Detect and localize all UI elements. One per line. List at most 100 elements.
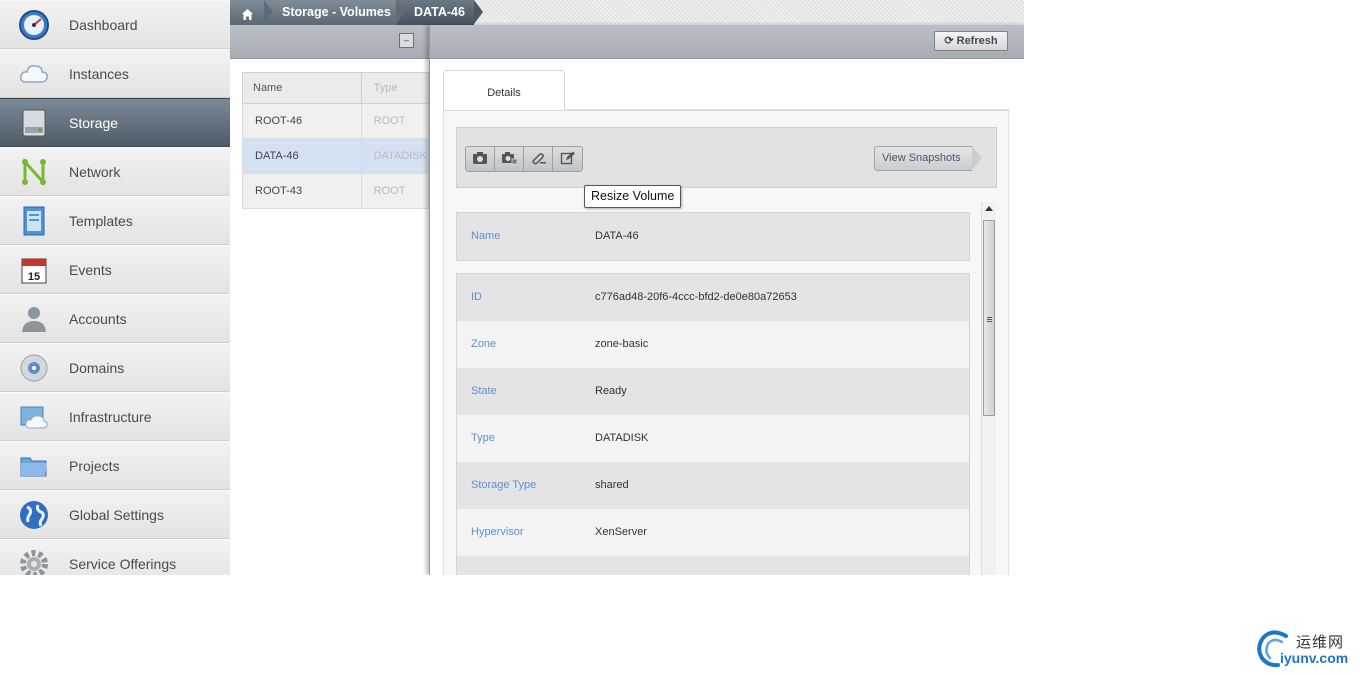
volume-type-cell: DATADISK xyxy=(360,138,430,174)
view-snapshots-button[interactable]: View Snapshots xyxy=(874,146,982,171)
field-value: shared xyxy=(595,479,629,491)
field-value: DATA-46 xyxy=(595,230,639,242)
sidebar: Dashboard Instances Storage Network Temp… xyxy=(0,0,231,575)
tab-details[interactable]: Details xyxy=(443,70,565,110)
scrollbar-thumb[interactable] xyxy=(983,220,995,416)
table-row[interactable]: ROOT-46 ROOT xyxy=(242,103,430,139)
detail-row-name: Name DATA-46 xyxy=(457,213,969,260)
sidebar-item-label: Network xyxy=(69,164,121,180)
sidebar-item-label: Global Settings xyxy=(69,507,164,523)
detach-volume-button[interactable] xyxy=(524,147,553,171)
template-icon xyxy=(18,205,50,237)
table-header-row: Name Type xyxy=(242,72,430,104)
breadcrumb: Storage - Volumes DATA-46 xyxy=(230,0,1024,25)
properties-field-group: ID c776ad48-20f6-4ccc-bfd2-de0e80a72653 … xyxy=(456,273,970,575)
detail-row-storage-type: Storage Type shared xyxy=(457,462,969,509)
breadcrumb-separator xyxy=(264,0,273,24)
field-label: Zone xyxy=(471,338,497,350)
grip-icon xyxy=(987,317,992,318)
field-value: DATADISK xyxy=(595,432,649,444)
detail-row-hypervisor: Hypervisor XenServer xyxy=(457,509,969,556)
sidebar-item-label: Infrastructure xyxy=(69,409,152,425)
sidebar-item-label: Service Offerings xyxy=(69,556,177,572)
field-value: c776ad48-20f6-4ccc-bfd2-de0e80a72653 xyxy=(595,291,797,303)
sidebar-item-network[interactable]: Network xyxy=(0,147,230,196)
app-window: Dashboard Instances Storage Network Temp… xyxy=(0,0,1024,575)
volume-type-cell: ROOT xyxy=(360,103,430,139)
sidebar-item-domains[interactable]: Domains xyxy=(0,343,230,392)
collapse-panel-button[interactable]: ↔ xyxy=(399,33,414,48)
sidebar-item-label: Events xyxy=(69,262,112,278)
detail-row-state: State Ready xyxy=(457,368,969,415)
sidebar-item-instances[interactable]: Instances xyxy=(0,49,230,98)
detail-toolbar: ⟳ Refresh xyxy=(430,25,1024,59)
column-header-type[interactable]: Type xyxy=(360,72,430,104)
volume-table: Name Type ROOT-46 ROOT DATA-46 DATADISK … xyxy=(242,72,430,209)
calendar-day: 15 xyxy=(28,271,40,283)
sidebar-item-label: Templates xyxy=(69,213,133,229)
watermark-cn-text: 运维网 xyxy=(1296,634,1345,651)
scroll-up-arrow-icon[interactable] xyxy=(985,206,993,211)
detail-row-next xyxy=(457,556,969,575)
details-scrollbar[interactable] xyxy=(981,202,996,575)
resize-volume-icon xyxy=(560,151,576,168)
sidebar-item-dashboard[interactable]: Dashboard xyxy=(0,0,230,49)
list-toolbar: ↔ xyxy=(230,25,429,59)
field-label: Type xyxy=(471,432,495,444)
table-row[interactable]: DATA-46 DATADISK xyxy=(242,138,430,174)
column-header-name[interactable]: Name xyxy=(242,72,362,104)
network-icon xyxy=(18,156,50,188)
sidebar-item-label: Projects xyxy=(69,458,120,474)
breadcrumb-storage-volumes[interactable]: Storage - Volumes xyxy=(264,0,396,25)
gear-icon xyxy=(18,548,50,575)
globe-icon xyxy=(18,499,50,531)
sidebar-item-templates[interactable]: Templates xyxy=(0,196,230,245)
sidebar-item-label: Instances xyxy=(69,66,129,82)
volume-list-panel: ↔ Name Type ROOT-46 ROOT DATA-46 DATADIS… xyxy=(230,25,430,575)
infrastructure-icon xyxy=(18,401,50,433)
recurring-snapshot-icon xyxy=(501,151,518,168)
sidebar-item-global-settings[interactable]: Global Settings xyxy=(0,490,230,539)
calendar-icon: 15 xyxy=(18,254,50,286)
action-bar: View Snapshots xyxy=(456,127,997,188)
resize-volume-button[interactable] xyxy=(553,147,582,171)
breadcrumb-current-volume: DATA-46 xyxy=(396,0,474,25)
dashboard-gauge-icon xyxy=(18,9,50,41)
volume-name-cell: ROOT-46 xyxy=(242,103,362,139)
sidebar-item-projects[interactable]: Projects xyxy=(0,441,230,490)
field-label: State xyxy=(471,385,497,397)
refresh-button[interactable]: ⟳ Refresh xyxy=(934,31,1008,51)
collapse-arrows-icon: ↔ xyxy=(402,35,411,44)
sidebar-item-events[interactable]: 15 Events xyxy=(0,245,230,294)
take-snapshot-button[interactable] xyxy=(466,147,495,171)
sidebar-item-storage[interactable]: Storage xyxy=(0,98,230,147)
detail-row-zone: Zone zone-basic xyxy=(457,321,969,368)
field-value: Ready xyxy=(595,385,627,397)
folder-icon xyxy=(18,450,50,482)
sidebar-item-accounts[interactable]: Accounts xyxy=(0,294,230,343)
volume-name-cell: ROOT-43 xyxy=(242,173,362,209)
resize-volume-tooltip: Resize Volume xyxy=(584,185,682,208)
domain-disc-icon xyxy=(18,352,50,384)
action-button-group xyxy=(465,146,583,172)
breadcrumb-separator xyxy=(474,0,483,24)
sidebar-item-service-offerings[interactable]: Service Offerings xyxy=(0,539,230,575)
details-list: Name DATA-46 ID c776ad48-20f6-4ccc-bfd2-… xyxy=(456,212,970,575)
detail-row-type: Type DATADISK xyxy=(457,415,969,462)
field-label: Name xyxy=(471,230,501,242)
tab-strip: Details xyxy=(443,70,1009,111)
field-label: Storage Type xyxy=(471,479,537,491)
volume-type-cell: ROOT xyxy=(360,173,430,209)
breadcrumb-home[interactable] xyxy=(230,0,264,25)
user-icon xyxy=(18,303,50,335)
volume-name-cell: DATA-46 xyxy=(242,138,362,174)
recurring-snapshot-button[interactable] xyxy=(495,147,524,171)
field-label: ID xyxy=(471,291,482,303)
detail-row-id: ID c776ad48-20f6-4ccc-bfd2-de0e80a72653 xyxy=(457,274,969,321)
field-value: XenServer xyxy=(595,526,647,538)
site-watermark-logo: 运维网 iyunv.com xyxy=(1256,628,1356,672)
field-label: Hypervisor xyxy=(471,526,524,538)
sidebar-item-infrastructure[interactable]: Infrastructure xyxy=(0,392,230,441)
take-snapshot-icon xyxy=(472,151,488,168)
table-row[interactable]: ROOT-43 ROOT xyxy=(242,173,430,209)
